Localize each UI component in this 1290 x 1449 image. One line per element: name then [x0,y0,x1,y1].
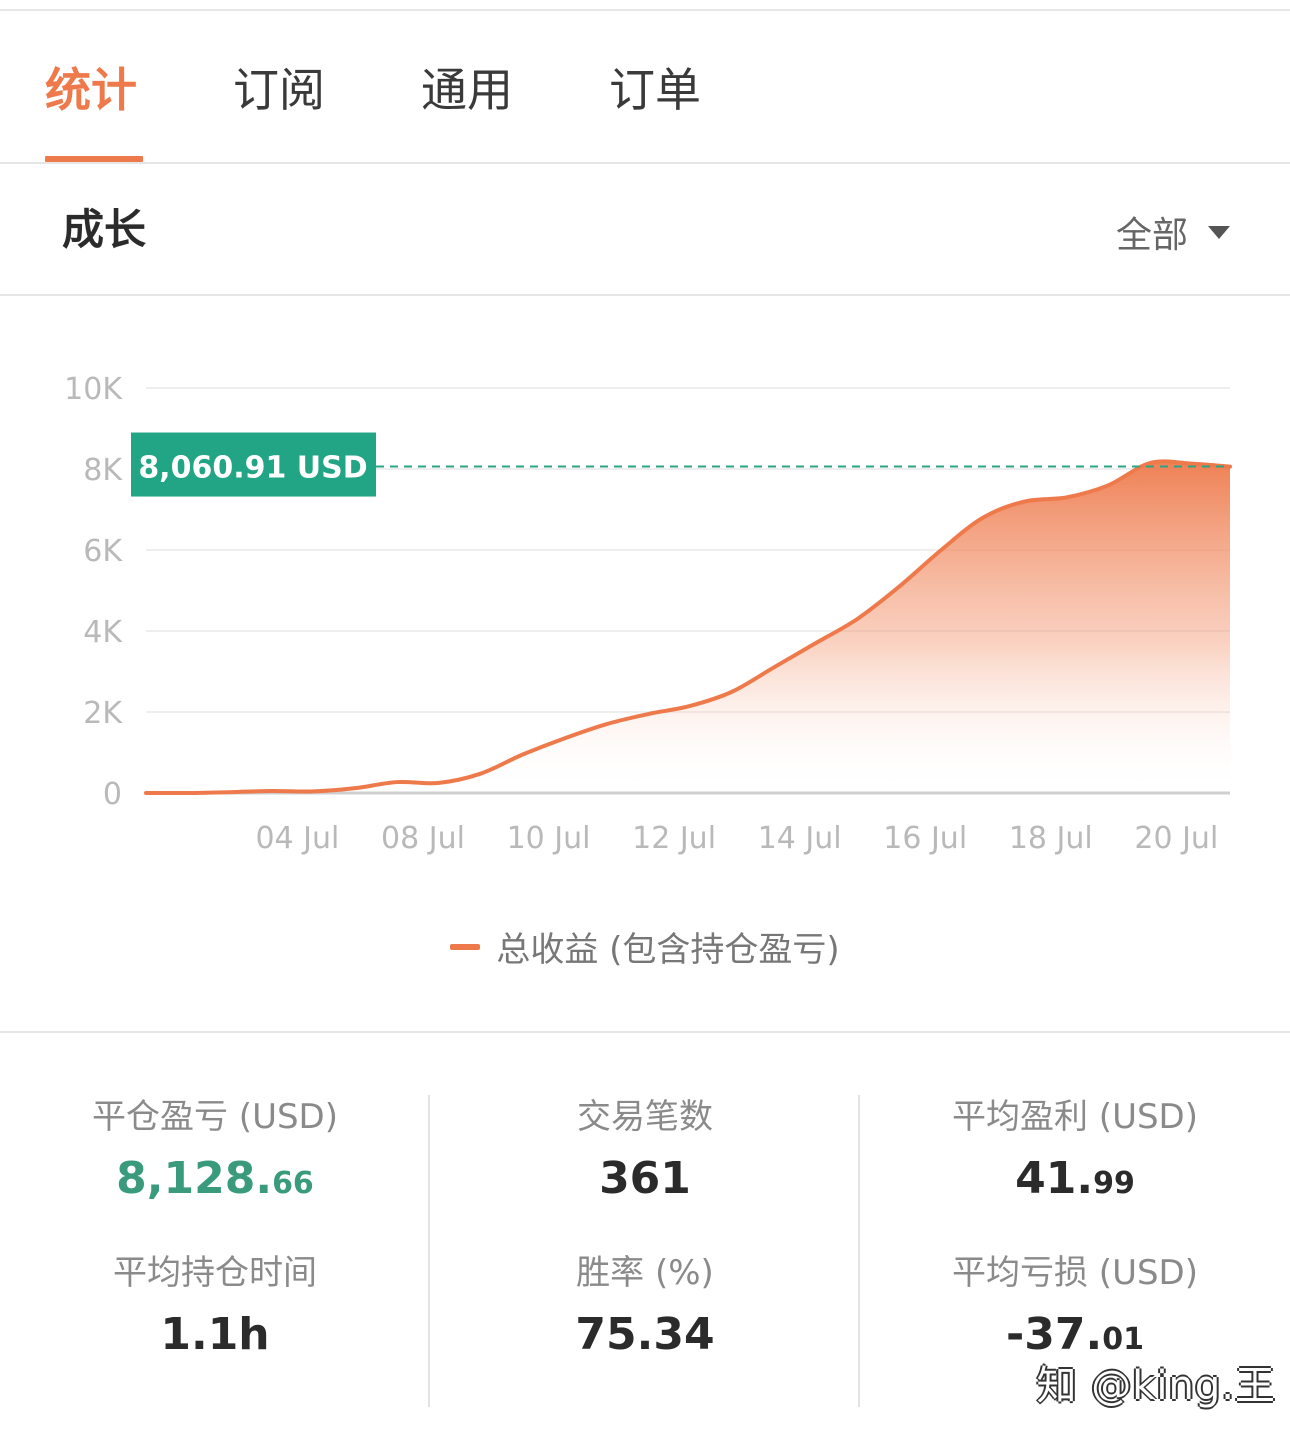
stats-column-2: 交易笔数 361 胜率 (%) 75.34 [430,1095,860,1407]
y-tick-label: 2K [83,696,123,731]
tab-statistics[interactable]: 统计 [45,62,137,118]
top-border [0,9,1290,11]
tab-bar: 统计 订阅 通用 订单 [0,12,1290,162]
range-dropdown-label: 全部 [1115,215,1188,256]
x-tick-label: 12 Jul [632,821,716,856]
closed-pnl-label: 平仓盈亏 (USD) [92,1097,338,1137]
x-tick-label: 20 Jul [1134,821,1218,856]
stats-column-1: 平仓盈亏 (USD) 8,128.66 平均持仓时间 1.1h [0,1095,430,1407]
avg-profit-int: 41. [1015,1153,1094,1204]
section-title: 成长 [62,205,147,254]
x-tick-label: 04 Jul [255,821,339,856]
x-tick-label: 18 Jul [1009,821,1093,856]
closed-pnl-dec: 66 [272,1166,314,1201]
avg-hold-label: 平均持仓时间 [113,1253,317,1293]
stats-divider [0,1031,1290,1033]
y-tick-label: 0 [103,777,122,812]
legend-label: 总收益 (包含持仓盈亏) [496,930,840,970]
x-axis: 04 Jul 08 Jul 10 Jul 12 Jul 14 Jul 16 Jul 18 J… [255,821,1218,856]
avg-profit-dec: 99 [1093,1166,1135,1201]
avg-profit-value: 41.99 [860,1151,1290,1212]
y-tick-label: 8K [83,453,123,488]
current-value-label: 8,060.91 USD [138,451,367,486]
x-tick-label: 16 Jul [883,821,967,856]
y-axis: 0 2K 4K 6K 8K 10K [64,372,123,812]
avg-hold-stat: 平均持仓时间 1.1h [0,1251,430,1363]
series-area [146,461,1230,794]
avg-hold-value: 1.1h [160,1309,270,1360]
caret-down-icon [1208,225,1230,239]
y-tick-label: 4K [83,615,123,650]
avg-profit-stat: 平均盈利 (USD) 41.99 [860,1095,1290,1212]
x-tick-label: 08 Jul [381,821,465,856]
growth-chart: 0 2K 4K 6K 8K 10K 04 Jul 08 Jul 10 Jul 12 Jul 14 … [64,372,1232,856]
x-tick-label: 14 Jul [758,821,842,856]
win-rate-value: 75.34 [575,1309,715,1360]
closed-pnl-value: 8,128.66 [0,1151,430,1212]
avg-loss-dec: 01 [1102,1322,1144,1357]
win-rate-stat: 胜率 (%) 75.34 [430,1251,860,1363]
section-divider [0,294,1290,296]
chart-legend[interactable]: 总收益 (包含持仓盈亏) [0,922,1290,971]
tabs-divider [0,162,1290,164]
y-tick-label: 6K [83,534,123,569]
tab-general[interactable]: 通用 [421,62,513,118]
closed-pnl-stat: 平仓盈亏 (USD) 8,128.66 [0,1095,430,1212]
legend-swatch [450,943,481,950]
win-rate-label: 胜率 (%) [576,1253,714,1293]
avg-profit-label: 平均盈利 (USD) [952,1097,1198,1137]
range-dropdown[interactable]: 全部 [1116,208,1230,256]
closed-pnl-int: 8,128. [116,1153,273,1204]
tab-subscription[interactable]: 订阅 [233,62,325,118]
tab-orders[interactable]: 订单 [609,62,701,118]
avg-loss-label: 平均亏损 (USD) [952,1253,1198,1293]
watermark: 知 @king.王 [1036,1363,1276,1409]
x-tick-label: 10 Jul [507,821,591,856]
trade-count-label: 交易笔数 [577,1097,713,1137]
y-tick-label: 10K [64,372,123,407]
trade-count-stat: 交易笔数 361 [430,1095,860,1207]
avg-loss-stat: 平均亏损 (USD) -37.01 [860,1251,1290,1368]
trade-count-value: 361 [599,1153,691,1204]
